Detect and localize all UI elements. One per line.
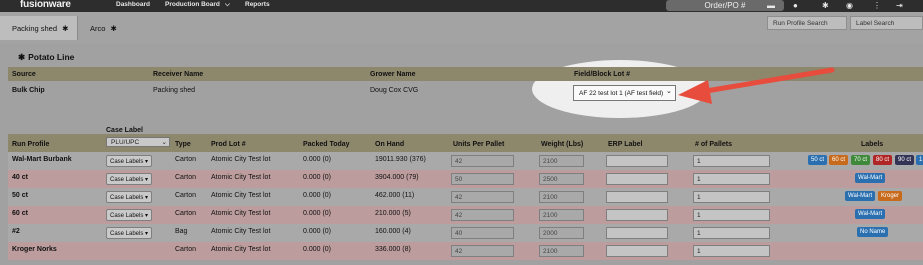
- row-on-hand: 210.000 (5): [375, 210, 411, 217]
- row-on-hand: 336.000 (8): [375, 246, 411, 253]
- header-on-hand: On Hand: [375, 141, 405, 148]
- case-labels-button[interactable]: Case Labels ▾: [106, 173, 152, 185]
- row-packed-today: 0.000 (0): [303, 210, 332, 217]
- units-per-pallet-input[interactable]: 42: [451, 191, 514, 203]
- row-run-profile: Kroger Norks: [12, 246, 57, 253]
- header-run-profile: Run Profile: [12, 141, 50, 148]
- num-pallets-input[interactable]: 1: [693, 173, 770, 185]
- header-weight: Weight (Lbs): [541, 141, 584, 148]
- weight-input[interactable]: 2500: [539, 173, 584, 185]
- units-per-pallet-input[interactable]: 42: [451, 209, 514, 221]
- erp-label-input[interactable]: [606, 191, 668, 203]
- row-run-profile: Wal-Mart Burbank: [12, 156, 72, 163]
- header-type: Type: [175, 141, 191, 148]
- header-num-pallets: # of Pallets: [695, 141, 732, 148]
- case-labels-button[interactable]: Case Labels ▾: [106, 191, 152, 203]
- units-per-pallet-input[interactable]: 40: [451, 227, 514, 239]
- row-run-profile: 60 ct: [12, 210, 28, 217]
- weight-input[interactable]: 2100: [539, 209, 584, 221]
- weight-input[interactable]: 2100: [539, 155, 584, 167]
- label-badge[interactable]: Kroger: [878, 191, 903, 201]
- erp-label-input[interactable]: [606, 209, 668, 221]
- label-badge[interactable]: 1: [916, 155, 923, 165]
- row-packed-today: 0.000 (0): [303, 246, 332, 253]
- num-pallets-input[interactable]: 1: [693, 227, 770, 239]
- row-type: Carton: [175, 210, 197, 217]
- row-type: Bag: [175, 228, 188, 235]
- units-per-pallet-input[interactable]: 50: [451, 173, 514, 185]
- header-labels: Labels: [861, 141, 884, 148]
- weight-input[interactable]: 2100: [539, 191, 584, 203]
- weight-input[interactable]: 2100: [539, 245, 584, 257]
- erp-label-input[interactable]: [606, 227, 668, 239]
- header-units-per-pallet: Units Per Pallet: [453, 141, 505, 148]
- case-labels-button[interactable]: Case Labels ▾: [106, 209, 152, 221]
- row-type: Carton: [175, 192, 197, 199]
- num-pallets-input[interactable]: 1: [693, 155, 770, 167]
- header-packed-today: Packed Today: [303, 141, 350, 148]
- label-badge[interactable]: Wal-Mart: [845, 191, 876, 201]
- erp-label-input[interactable]: [606, 245, 668, 257]
- row-prod-lot: Atomic City Test lot: [211, 228, 271, 235]
- case-labels-button[interactable]: Case Labels ▾: [106, 227, 152, 239]
- row-type: Carton: [175, 156, 197, 163]
- label-badge[interactable]: 70 ct: [851, 155, 871, 165]
- row-packed-today: 0.000 (0): [303, 156, 332, 163]
- label-badge[interactable]: 60 ct: [829, 155, 849, 165]
- arrow-head: [678, 80, 712, 104]
- row-type: Carton: [175, 174, 197, 181]
- erp-label-input[interactable]: [606, 155, 668, 167]
- label-badge[interactable]: Wal-Mart: [855, 209, 886, 219]
- row-on-hand: 462.000 (11): [375, 192, 415, 199]
- header-erp-label: ERP Label: [608, 141, 643, 148]
- row-run-profile: #2: [12, 228, 20, 235]
- units-per-pallet-input[interactable]: 42: [451, 245, 514, 257]
- case-labels-button[interactable]: Case Labels ▾: [106, 155, 152, 167]
- label-badge[interactable]: Wal-Mart: [855, 173, 886, 183]
- label-badge[interactable]: No Name: [857, 227, 889, 237]
- row-prod-lot: Atomic City Test lot: [211, 210, 271, 217]
- num-pallets-input[interactable]: 1: [693, 245, 770, 257]
- row-on-hand: 3904.000 (79): [375, 174, 419, 181]
- row-packed-today: 0.000 (0): [303, 192, 332, 199]
- label-badge[interactable]: 50 ct: [808, 155, 828, 165]
- erp-label-input[interactable]: [606, 173, 668, 185]
- label-badge[interactable]: 90 ct: [895, 155, 915, 165]
- row-on-hand: 160.000 (4): [375, 228, 411, 235]
- row-prod-lot: Atomic City Test lot: [211, 174, 271, 181]
- label-badge[interactable]: 80 ct: [873, 155, 893, 165]
- header-case-label: Case Label: [106, 127, 143, 134]
- row-packed-today: 0.000 (0): [303, 228, 332, 235]
- num-pallets-input[interactable]: 1: [693, 191, 770, 203]
- weight-input[interactable]: 2000: [539, 227, 584, 239]
- num-pallets-input[interactable]: 1: [693, 209, 770, 221]
- chevron-down-icon: ⌄: [161, 139, 167, 146]
- units-per-pallet-input[interactable]: 42: [451, 155, 514, 167]
- row-packed-today: 0.000 (0): [303, 174, 332, 181]
- case-label-select[interactable]: PLU/UPC ⌄: [106, 137, 170, 147]
- arrow-shaft: [697, 67, 835, 95]
- row-run-profile: 50 ct: [12, 192, 28, 199]
- row-prod-lot: Atomic City Test lot: [211, 156, 271, 163]
- row-run-profile: 40 ct: [12, 174, 28, 181]
- row-type: Carton: [175, 246, 197, 253]
- header-prod-lot: Prod Lot #: [211, 141, 246, 148]
- case-label-select-value: PLU/UPC: [111, 139, 140, 146]
- row-prod-lot: Atomic City Test lot: [211, 246, 271, 253]
- row-on-hand: 19011.930 (376): [375, 156, 426, 163]
- row-prod-lot: Atomic City Test lot: [211, 192, 271, 199]
